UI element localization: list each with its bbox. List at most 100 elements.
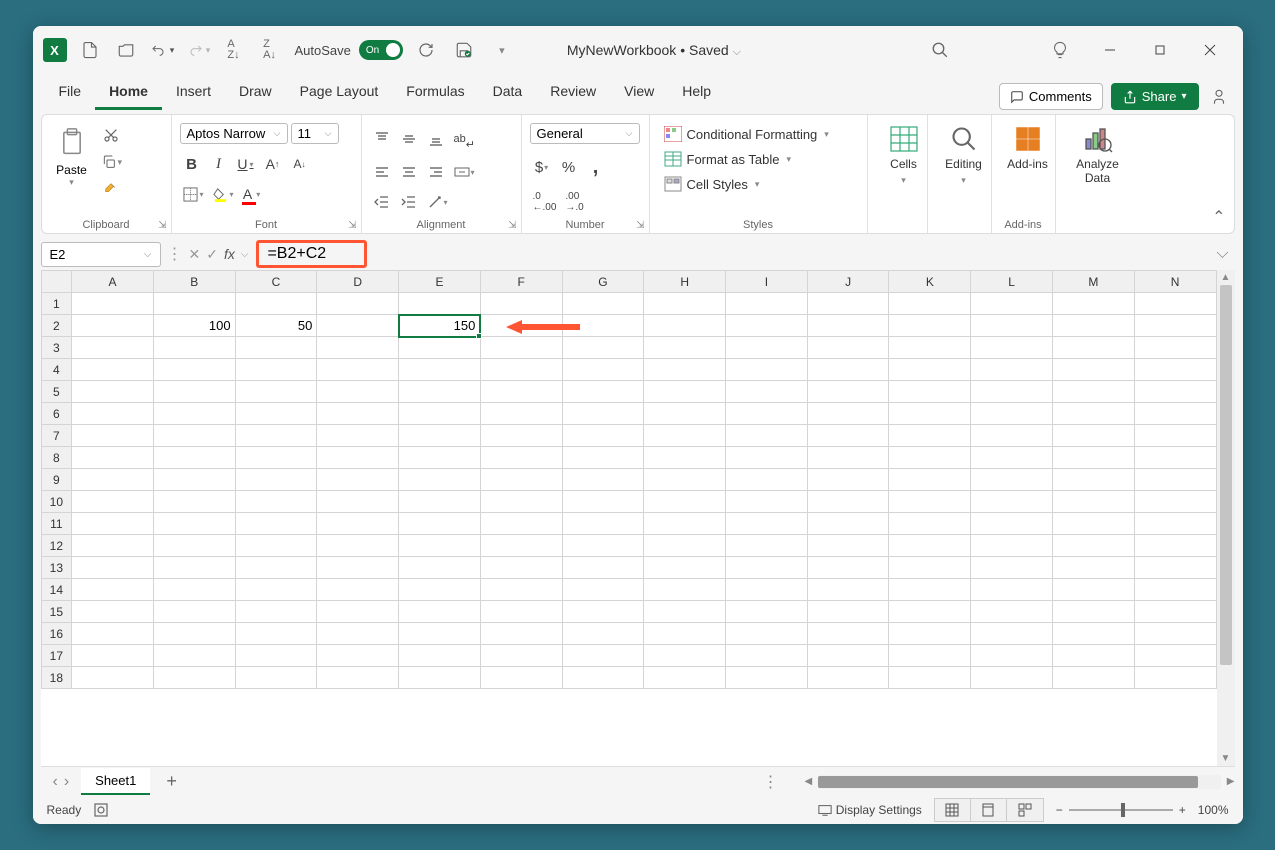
increase-decimal-icon[interactable]: .0←.00 [530,188,560,216]
cell-M5[interactable] [1052,381,1134,403]
sort-asc-icon[interactable]: AZ↓ [219,35,249,65]
decrease-indent-icon[interactable] [370,190,394,214]
align-center-icon[interactable] [397,160,421,184]
cell-D4[interactable] [317,359,399,381]
scroll-up-icon[interactable]: ▲ [1221,272,1231,283]
cell-F11[interactable] [480,513,562,535]
cell-K13[interactable] [889,557,971,579]
cell-M17[interactable] [1052,645,1134,667]
tab-help[interactable]: Help [668,75,725,110]
row-header-15[interactable]: 15 [41,601,72,623]
cell-H5[interactable] [644,381,726,403]
cell-N2[interactable] [1134,315,1216,337]
cell-F9[interactable] [480,469,562,491]
cell-N6[interactable] [1134,403,1216,425]
cell-I3[interactable] [726,337,808,359]
scroll-down-icon[interactable]: ▼ [1221,753,1231,764]
cell-C17[interactable] [235,645,317,667]
cell-D8[interactable] [317,447,399,469]
cell-M7[interactable] [1052,425,1134,447]
cell-H8[interactable] [644,447,726,469]
borders-button[interactable]: ▾ [180,182,207,206]
cell-A8[interactable] [72,447,154,469]
cell-M1[interactable] [1052,293,1134,315]
cell-J16[interactable] [807,623,889,645]
cell-M14[interactable] [1052,579,1134,601]
cell-A13[interactable] [72,557,154,579]
cell-D15[interactable] [317,601,399,623]
cell-G16[interactable] [562,623,644,645]
cell-I2[interactable] [726,315,808,337]
formula-input[interactable]: =B2+C2 [267,245,326,262]
row-header-1[interactable]: 1 [41,293,72,315]
cell-H11[interactable] [644,513,726,535]
cell-N12[interactable] [1134,535,1216,557]
cell-F1[interactable] [480,293,562,315]
cell-A9[interactable] [72,469,154,491]
cell-F3[interactable] [480,337,562,359]
cell-M3[interactable] [1052,337,1134,359]
zoom-out-icon[interactable]: − [1056,803,1063,817]
cell-A6[interactable] [72,403,154,425]
row-header-11[interactable]: 11 [41,513,72,535]
cell-K1[interactable] [889,293,971,315]
cell-I9[interactable] [726,469,808,491]
cell-D12[interactable] [317,535,399,557]
document-title[interactable]: MyNewWorkbook • Saved ⌵ [567,42,741,59]
cell-L15[interactable] [971,601,1053,623]
cut-icon[interactable] [98,123,126,147]
cell-K3[interactable] [889,337,971,359]
cell-E9[interactable] [399,469,481,491]
cell-E8[interactable] [399,447,481,469]
cell-D3[interactable] [317,337,399,359]
cell-L16[interactable] [971,623,1053,645]
tab-review[interactable]: Review [536,75,610,110]
row-header-17[interactable]: 17 [41,645,72,667]
cell-D9[interactable] [317,469,399,491]
cell-N5[interactable] [1134,381,1216,403]
redo-button[interactable]: ▾ [183,35,213,65]
restore-button[interactable] [1137,30,1183,70]
cell-N8[interactable] [1134,447,1216,469]
cell-L8[interactable] [971,447,1053,469]
cell-A4[interactable] [72,359,154,381]
cell-L17[interactable] [971,645,1053,667]
cell-I18[interactable] [726,667,808,689]
cell-C6[interactable] [235,403,317,425]
cell-F16[interactable] [480,623,562,645]
row-header-4[interactable]: 4 [41,359,72,381]
cell-I7[interactable] [726,425,808,447]
cell-F15[interactable] [480,601,562,623]
conditional-formatting-button[interactable]: Conditional Formatting▾ [658,123,835,145]
number-launcher-icon[interactable]: ⇲ [636,220,644,231]
cell-C11[interactable] [235,513,317,535]
fill-handle[interactable] [476,333,482,339]
zoom-slider-thumb[interactable] [1121,803,1125,817]
cell-D14[interactable] [317,579,399,601]
zoom-slider[interactable]: − + [1056,803,1186,817]
cell-H18[interactable] [644,667,726,689]
cell-K12[interactable] [889,535,971,557]
cell-D16[interactable] [317,623,399,645]
cell-L18[interactable] [971,667,1053,689]
cell-H7[interactable] [644,425,726,447]
cell-A12[interactable] [72,535,154,557]
cell-L11[interactable] [971,513,1053,535]
cell-N11[interactable] [1134,513,1216,535]
cell-L9[interactable] [971,469,1053,491]
cell-K18[interactable] [889,667,971,689]
horizontal-scrollbar[interactable]: ◀ ▶ [805,775,1235,789]
cell-A5[interactable] [72,381,154,403]
cell-D17[interactable] [317,645,399,667]
cell-H10[interactable] [644,491,726,513]
vertical-scrollbar[interactable]: ▲ ▼ [1217,270,1235,766]
cell-A16[interactable] [72,623,154,645]
merge-center-button[interactable]: ▾ [451,160,478,184]
zoom-in-icon[interactable]: + [1179,803,1186,817]
orientation-icon[interactable]: ▾ [424,190,451,214]
cell-I12[interactable] [726,535,808,557]
font-launcher-icon[interactable]: ⇲ [348,220,356,231]
row-header-10[interactable]: 10 [41,491,72,513]
cell-J15[interactable] [807,601,889,623]
column-header-N[interactable]: N [1134,271,1216,293]
